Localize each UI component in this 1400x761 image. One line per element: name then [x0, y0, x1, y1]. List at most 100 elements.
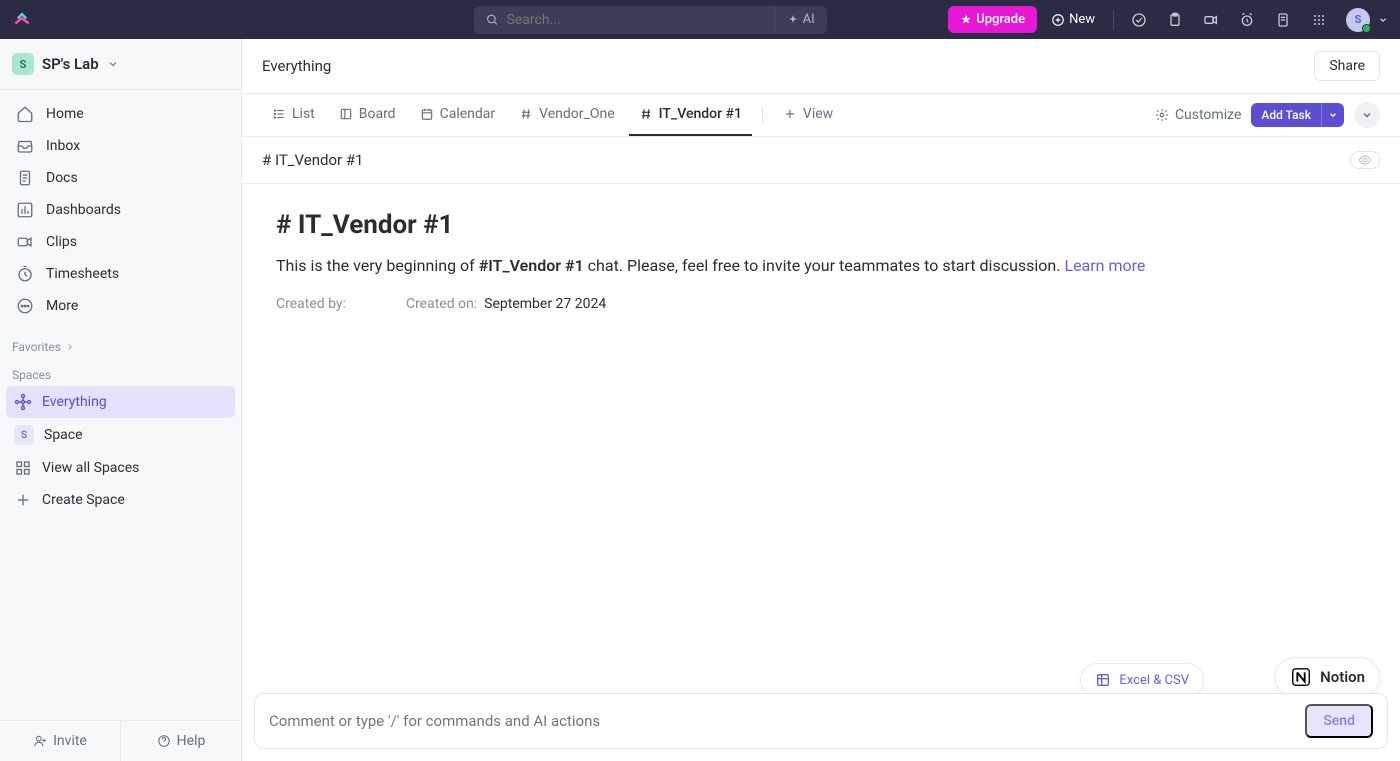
- space-badge: S: [14, 425, 34, 445]
- topbar: AI Upgrade New S: [0, 0, 1400, 39]
- spaces-section: Spaces: [0, 358, 241, 386]
- sparkle-icon: [787, 14, 799, 26]
- tab-calendar[interactable]: Calendar: [410, 94, 506, 136]
- breadcrumb-row: Everything Share: [242, 39, 1400, 94]
- channel-title: # IT_Vendor #1: [262, 151, 364, 169]
- create-space[interactable]: Create Space: [6, 484, 235, 516]
- help-button[interactable]: Help: [120, 721, 241, 761]
- learn-more-link[interactable]: Learn more: [1064, 256, 1145, 275]
- nav-list: Home Inbox Docs Dashboards Clips Timeshe…: [0, 90, 241, 330]
- new-label: New: [1069, 12, 1095, 27]
- clickup-logo[interactable]: [12, 10, 32, 30]
- add-task-dropdown[interactable]: [1321, 103, 1344, 127]
- alarm-icon[interactable]: [1232, 5, 1262, 35]
- breadcrumb[interactable]: Everything: [262, 57, 331, 75]
- nav-label: Docs: [46, 170, 78, 186]
- watch-toggle[interactable]: [1350, 151, 1380, 169]
- tab-list[interactable]: List: [262, 94, 325, 136]
- check-circle-icon[interactable]: [1124, 5, 1154, 35]
- tab-label: Board: [359, 106, 396, 122]
- help-label: Help: [177, 733, 206, 749]
- space-label: View all Spaces: [42, 460, 139, 476]
- space-label: Create Space: [42, 492, 125, 508]
- composer-wrap: Send: [254, 693, 1388, 749]
- customize-label: Customize: [1175, 107, 1241, 123]
- search-icon: [486, 13, 499, 27]
- nav-label: Home: [46, 106, 84, 122]
- composer-input[interactable]: [269, 712, 1305, 730]
- nav-docs[interactable]: Docs: [6, 162, 235, 194]
- send-button[interactable]: Send: [1305, 704, 1373, 738]
- chevron-down-icon[interactable]: [1378, 15, 1388, 25]
- inbox-icon: [16, 137, 34, 155]
- ai-button[interactable]: AI: [774, 6, 827, 34]
- main: Everything Share List Board Calendar Ven…: [242, 39, 1400, 761]
- tabs-right: Customize Add Task: [1155, 102, 1380, 128]
- search-box[interactable]: [474, 12, 774, 28]
- nav-dashboards[interactable]: Dashboards: [6, 194, 235, 226]
- space-everything[interactable]: Everything: [6, 386, 235, 418]
- search-input[interactable]: [507, 12, 762, 28]
- plus-icon: [783, 107, 797, 121]
- avatar-initial: S: [1355, 13, 1362, 26]
- excel-csv-pill[interactable]: Excel & CSV: [1080, 663, 1204, 697]
- workspace-avatar: S: [12, 53, 34, 75]
- workspace-switcher[interactable]: S SP's Lab: [0, 39, 241, 90]
- share-button[interactable]: Share: [1314, 51, 1380, 81]
- eye-icon: [1358, 153, 1372, 167]
- chevron-right-icon: [65, 342, 75, 352]
- apps-grid-icon[interactable]: [1304, 5, 1334, 35]
- tab-board[interactable]: Board: [329, 94, 406, 136]
- created-by: Created by:: [276, 296, 346, 312]
- chat-content: # IT_Vendor #1 This is the very beginnin…: [242, 184, 1400, 761]
- invite-label: Invite: [53, 733, 87, 749]
- space-item[interactable]: SSpace: [6, 418, 235, 452]
- customize-button[interactable]: Customize: [1155, 107, 1241, 123]
- chat-description: This is the very beginning of #IT_Vendor…: [276, 254, 1366, 278]
- plus-icon: [14, 491, 32, 509]
- notion-pill[interactable]: Notion: [1275, 657, 1380, 697]
- pill-label: Notion: [1320, 668, 1365, 686]
- sidebar-footer: Invite Help: [0, 720, 241, 761]
- workspace-name: SP's Lab: [42, 55, 99, 73]
- grid-icon: [14, 459, 32, 477]
- tab-label: View: [803, 106, 833, 122]
- nav-timesheets[interactable]: Timesheets: [6, 258, 235, 290]
- tab-it-vendor[interactable]: IT_Vendor #1: [629, 94, 752, 136]
- view-all-spaces[interactable]: View all Spaces: [6, 452, 235, 484]
- tab-label: List: [292, 106, 315, 122]
- video-icon[interactable]: [1196, 5, 1226, 35]
- created-on: Created on: September 27 2024: [406, 296, 606, 312]
- space-list: Everything SSpace View all Spaces Create…: [0, 386, 241, 516]
- divider: [762, 106, 763, 124]
- new-button[interactable]: New: [1043, 12, 1103, 27]
- nav-inbox[interactable]: Inbox: [6, 130, 235, 162]
- pill-label: Excel & CSV: [1119, 673, 1189, 688]
- invite-button[interactable]: Invite: [0, 721, 120, 761]
- user-avatar[interactable]: S: [1346, 8, 1370, 32]
- nav-label: Clips: [46, 234, 77, 250]
- add-task-button[interactable]: Add Task: [1251, 103, 1321, 127]
- nav-clips[interactable]: Clips: [6, 226, 235, 258]
- more-options-button[interactable]: [1354, 102, 1380, 128]
- nav-label: Dashboards: [46, 202, 121, 218]
- upgrade-button[interactable]: Upgrade: [948, 6, 1037, 33]
- nav-home[interactable]: Home: [6, 98, 235, 130]
- subheader-row: # IT_Vendor #1: [242, 137, 1400, 184]
- doc-icon[interactable]: [1268, 5, 1298, 35]
- tab-label: Vendor_One: [539, 106, 615, 122]
- timer-icon: [16, 265, 34, 283]
- divider: [1113, 10, 1114, 30]
- notion-icon: [1290, 666, 1312, 688]
- nav-label: Inbox: [46, 138, 80, 154]
- topbar-right: Upgrade New S: [948, 5, 1388, 35]
- more-icon: [16, 297, 34, 315]
- favorites-section[interactable]: Favorites: [0, 330, 241, 358]
- add-view[interactable]: View: [773, 94, 843, 136]
- tab-vendor-one[interactable]: Vendor_One: [509, 94, 625, 136]
- nav-more[interactable]: More: [6, 290, 235, 322]
- clipboard-icon[interactable]: [1160, 5, 1190, 35]
- tab-label: IT_Vendor #1: [659, 106, 742, 122]
- list-icon: [272, 107, 286, 121]
- gear-icon: [1155, 108, 1169, 122]
